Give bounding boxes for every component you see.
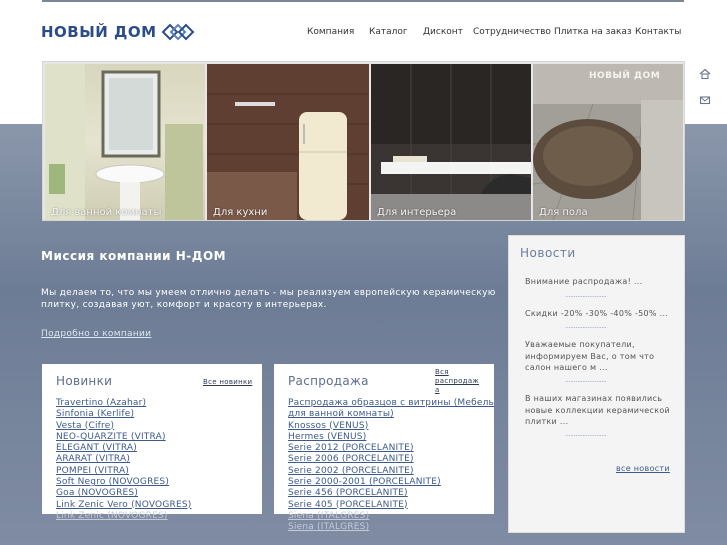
- news-panel: Новости Внимание распродажа! ... .......…: [508, 235, 685, 533]
- floor-illustration: [533, 64, 683, 220]
- list-item[interactable]: Link Zenic Vero (NOVOGRES): [56, 500, 191, 511]
- list-item[interactable]: POMPEI (VITRA): [56, 466, 191, 477]
- list-item[interactable]: Sinfonia (Kerlife): [56, 409, 191, 420]
- hero-banner: Для ванной комнаты Для кухни Для интерье…: [42, 61, 685, 221]
- novelties-card: Новинки Все новинки Travertino (Azahar) …: [42, 364, 262, 521]
- novelties-title: Новинки: [56, 374, 113, 388]
- logo-text: НОВЫЙ ДОМ: [41, 23, 157, 41]
- banner-label-interior: Для интерьера: [377, 207, 457, 218]
- list-item[interactable]: Serie 456 (PORCELANITE): [288, 488, 494, 499]
- banner-watermark: НОВЫЙ ДОМ: [589, 71, 661, 81]
- banner-panel-floor[interactable]: НОВЫЙ ДОМ Для пола: [533, 64, 683, 220]
- list-item[interactable]: ELEGANT (VITRA): [56, 443, 191, 454]
- list-item[interactable]: Siena (ITALGRES): [288, 522, 494, 533]
- top-divider: [42, 0, 684, 2]
- banner-panel-bathroom[interactable]: Для ванной комнаты: [45, 64, 205, 220]
- list-item[interactable]: Serie 2000-2001 (PORCELANITE): [288, 477, 494, 488]
- list-item[interactable]: для ванной комнаты): [288, 409, 494, 420]
- nav-item-discount[interactable]: Дисконт: [423, 27, 463, 37]
- sale-list: Распродажа образцов с витрины (Мебель дл…: [288, 398, 494, 534]
- banner-label-bathroom: Для ванной комнаты: [51, 207, 162, 218]
- news-separator: ........................: [565, 291, 607, 299]
- nav-item-contacts[interactable]: Контакты: [635, 27, 681, 37]
- novelties-list: Travertino (Azahar) Sinfonia (Kerlife) V…: [56, 398, 191, 522]
- sale-card: Распродажа Вся распродаж а Распродажа об…: [274, 364, 494, 532]
- all-novelties-link[interactable]: Все новинки: [203, 378, 252, 387]
- list-item[interactable]: Распродажа образцов с витрины (Мебель: [288, 398, 494, 409]
- sale-title: Распродажа: [288, 374, 369, 388]
- list-item[interactable]: Goa (NOVOGRES): [56, 488, 191, 499]
- list-item[interactable]: Serie 2012 (PORCELANITE): [288, 443, 494, 454]
- home-icon[interactable]: [699, 68, 711, 80]
- logo[interactable]: НОВЫЙ ДОМ: [41, 20, 195, 44]
- nav-item-cooperation[interactable]: Сотрудничество: [473, 27, 551, 37]
- mission-title: Миссия компании Н-ДОМ: [41, 249, 227, 263]
- all-news-link[interactable]: все новости: [616, 464, 670, 473]
- list-item[interactable]: Travertino (Azahar): [56, 398, 191, 409]
- news-separator: ........................: [565, 376, 607, 384]
- all-sale-link-line1: Вся распродаж: [435, 368, 480, 385]
- banner-panel-kitchen[interactable]: Для кухни: [207, 64, 369, 220]
- banner-panel-interior[interactable]: Для интерьера: [371, 64, 531, 220]
- interior-illustration: [371, 64, 531, 220]
- list-item[interactable]: NEO-QUARZITE (VITRA): [56, 432, 191, 443]
- kitchen-illustration: [207, 64, 369, 220]
- about-company-link[interactable]: Подробно о компании: [41, 329, 151, 339]
- news-title: Новости: [520, 246, 576, 260]
- nav-item-catalog[interactable]: Каталог: [369, 27, 408, 37]
- all-sale-link-line2: а: [435, 386, 440, 394]
- list-item[interactable]: Knossos (VENUS): [288, 421, 494, 432]
- list-item[interactable]: Siena (ITALGRES): [288, 511, 494, 522]
- list-item[interactable]: Soft Negro (NOVOGRES): [56, 477, 191, 488]
- banner-label-kitchen: Для кухни: [213, 207, 268, 218]
- banner-label-floor: Для пола: [539, 207, 588, 218]
- nav-item-custom-tiles[interactable]: Плитка на заказ: [554, 27, 632, 37]
- mail-icon[interactable]: [699, 94, 711, 106]
- mission-text: Мы делаем то, что мы умеем отлично делат…: [41, 288, 496, 310]
- news-item[interactable]: Скидки -20% -30% -40% -50% ...: [525, 308, 675, 320]
- list-item[interactable]: Serie 405 (PORCELANITE): [288, 500, 494, 511]
- logo-mark-icon: [161, 23, 195, 41]
- news-item[interactable]: Уважаемые покупатели, информируем Вас, о…: [525, 339, 675, 374]
- news-item[interactable]: Внимание распродажа! ...: [525, 276, 675, 288]
- bathroom-illustration: [45, 64, 203, 220]
- list-item[interactable]: Serie 2002 (PORCELANITE): [288, 466, 494, 477]
- main-nav: Компания Каталог Дисконт Сотрудничество …: [300, 27, 690, 41]
- news-separator: ........................: [565, 430, 607, 438]
- list-item[interactable]: Vesta (Cifre): [56, 421, 191, 432]
- list-item[interactable]: ARARAT (VITRA): [56, 454, 191, 465]
- list-item[interactable]: Link Zenic (NOVOGRES): [56, 511, 191, 522]
- all-sale-link[interactable]: Вся распродаж а: [435, 368, 494, 395]
- list-item[interactable]: Serie 2006 (PORCELANITE): [288, 454, 494, 465]
- news-item[interactable]: В наших магазинах появились новые коллек…: [525, 393, 675, 428]
- nav-item-company[interactable]: Компания: [307, 27, 354, 37]
- list-item[interactable]: Hermes (VENUS): [288, 432, 494, 443]
- news-separator: ........................: [565, 322, 607, 330]
